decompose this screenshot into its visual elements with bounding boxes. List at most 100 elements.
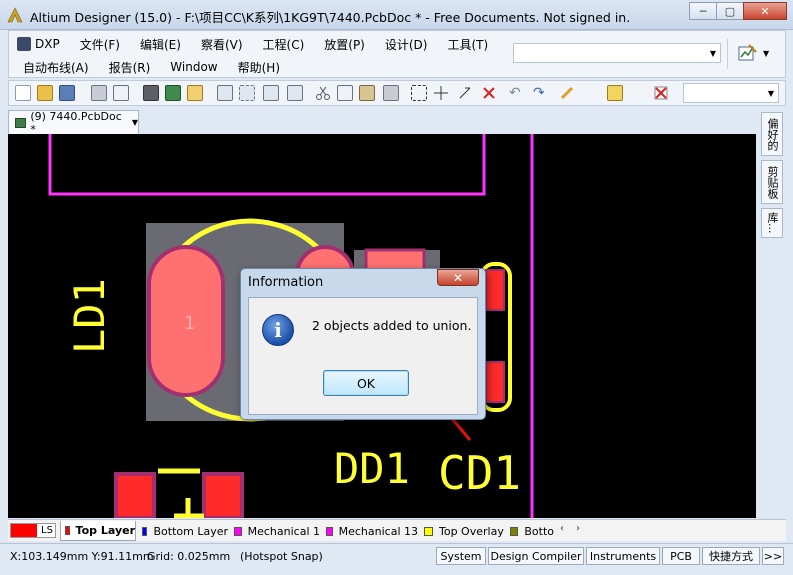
layer-set-button[interactable]: LS [10, 523, 56, 538]
board-icon[interactable] [165, 85, 181, 101]
chevron-down-icon[interactable]: ▼ [132, 118, 138, 127]
bottom-component-pad-2 [202, 472, 244, 518]
dd1-designator: DD1 [334, 444, 410, 493]
current-layer-swatch [11, 524, 37, 537]
layer-set-label: LS [41, 525, 53, 536]
chart-tool-button[interactable]: ▼ [737, 41, 775, 65]
right-side-panel: 偏好的 剪贴板 库... [758, 110, 786, 520]
cd1-pad-top [485, 269, 505, 311]
menu-dxp[interactable]: DXP [17, 37, 60, 52]
cd1-designator: CD1 [438, 446, 521, 500]
pcb-document-icon [15, 117, 27, 128]
document-tab[interactable]: (9) 7440.PcbDoc * ▼ [8, 110, 139, 136]
menu-bar: DXP 文件(F) 编辑(E) 察看(V) 工程(C) 放置(P) 设计(D) … [8, 30, 786, 78]
zoom-selected-icon[interactable] [263, 85, 279, 101]
highlight-icon[interactable] [559, 85, 575, 101]
chevron-down-icon: ▼ [763, 48, 770, 58]
maximize-button[interactable]: ▢ [716, 2, 744, 20]
bottom-overlay-swatch [510, 526, 519, 536]
layer-scroll-right-button[interactable]: › [576, 523, 580, 534]
sheet-icon[interactable] [187, 85, 203, 101]
layer-tab-mechanical-13[interactable]: Mechanical 13 [322, 521, 418, 541]
layer-tab-top-overlay[interactable]: Top Overlay [420, 521, 504, 541]
menu-project[interactable]: 工程(C) [263, 36, 305, 53]
rubber-stamp-icon[interactable] [383, 85, 399, 101]
view-config-dropdown[interactable]: ▼ [683, 83, 779, 103]
dialog-title: Information [248, 275, 324, 290]
board-outline-track [48, 134, 486, 196]
open-folder-icon[interactable] [37, 85, 53, 101]
print-preview-icon[interactable] [113, 85, 129, 101]
more-panels-button[interactable]: >> [762, 547, 784, 565]
main-toolbar: ↶ ↷ ▼ [8, 80, 786, 106]
snap-mode: (Hotspot Snap) [240, 550, 323, 563]
zoom-area-icon[interactable] [239, 85, 255, 101]
layer-tab-label: Mechanical 1 [247, 524, 320, 538]
move-icon[interactable] [433, 85, 449, 101]
paste-icon[interactable] [359, 85, 375, 101]
cut-icon[interactable] [315, 85, 331, 101]
menu-separator [727, 39, 728, 69]
close-window-button[interactable]: ✕ [743, 2, 787, 20]
layer-tabs-bar: LS Top Layer Bottom Layer Mechanical 1 M… [8, 519, 786, 541]
zoom-filtered-icon[interactable] [287, 85, 303, 101]
menu-tools[interactable]: 工具(T) [447, 36, 488, 53]
layer-tab-bottom-overlay[interactable]: Botto [506, 521, 554, 541]
redo-icon[interactable]: ↷ [533, 85, 549, 101]
menu-help[interactable]: 帮助(H) [238, 59, 280, 76]
layer-stack-icon[interactable] [143, 85, 159, 101]
layer-tab-mechanical-1[interactable]: Mechanical 1 [230, 521, 320, 541]
dialog-message: 2 objects added to union. [312, 318, 472, 333]
information-icon: i [262, 314, 294, 346]
menu-view[interactable]: 察看(V) [201, 36, 243, 53]
clear-icon[interactable] [653, 85, 669, 101]
cross-probe-icon[interactable] [607, 85, 623, 101]
menu-window[interactable]: Window [170, 60, 217, 74]
menu-autoroute[interactable]: 自动布线(A) [23, 59, 89, 76]
top-layer-swatch [65, 526, 70, 535]
menu-reports[interactable]: 报告(R) [109, 59, 151, 76]
zoom-fit-icon[interactable] [217, 85, 233, 101]
menu-edit[interactable]: 编辑(E) [140, 36, 181, 53]
layer-tab-bottom-layer[interactable]: Bottom Layer [138, 521, 228, 541]
undo-icon[interactable]: ↶ [509, 85, 525, 101]
chevron-down-icon: ▼ [709, 49, 716, 58]
select-area-icon[interactable] [411, 85, 427, 101]
grid-size: Grid: 0.025mm [147, 550, 231, 563]
design-compiler-button[interactable]: Design Compiler [488, 547, 584, 565]
new-file-icon[interactable] [15, 85, 31, 101]
menu-place[interactable]: 放置(P) [324, 36, 365, 53]
ok-button[interactable]: OK [323, 370, 409, 396]
cursor-coordinates: X:103.149mm Y:91.11mm [10, 550, 154, 563]
mechanical-13-swatch [326, 526, 333, 536]
shortcuts-button[interactable]: 快捷方式 [702, 547, 760, 565]
altium-app-icon [7, 7, 23, 23]
menu-dxp-label: DXP [35, 36, 60, 51]
title-bar: Altium Designer (15.0) - F:\项目CC\K系列\1KG… [0, 0, 793, 30]
panel-tab-clipboard[interactable]: 剪贴板 [761, 160, 783, 204]
pad-1-label: 1 [184, 313, 195, 334]
print-icon[interactable] [91, 85, 107, 101]
panel-tab-favorites[interactable]: 偏好的 [761, 112, 783, 156]
cd1-pad-bottom [485, 361, 505, 403]
minimize-button[interactable]: ─ [689, 2, 717, 20]
chevron-down-icon: ▼ [767, 89, 774, 98]
save-icon[interactable] [59, 85, 75, 101]
system-button[interactable]: System [436, 547, 486, 565]
clear-filter-icon[interactable] [481, 85, 497, 101]
layer-tab-top-layer[interactable]: Top Layer [60, 521, 136, 541]
panel-tab-libraries[interactable]: 库... [761, 208, 783, 238]
instruments-button[interactable]: Instruments [586, 547, 660, 565]
copy-icon[interactable] [337, 85, 353, 101]
project-dropdown[interactable]: ▼ [513, 43, 721, 63]
deselect-icon[interactable] [457, 85, 473, 101]
layer-scroll-left-button[interactable]: ‹ [560, 523, 564, 534]
mechanical-1-swatch [234, 526, 242, 536]
pcb-button[interactable]: PCB [662, 547, 700, 565]
dialog-close-button[interactable]: ✕ [437, 269, 479, 286]
chart-edit-icon [738, 44, 757, 61]
layer-tab-label: Top Overlay [439, 524, 504, 538]
menu-file[interactable]: 文件(F) [80, 36, 120, 53]
menu-design[interactable]: 设计(D) [385, 36, 428, 53]
layer-tab-label: Bottom Layer [153, 524, 228, 538]
